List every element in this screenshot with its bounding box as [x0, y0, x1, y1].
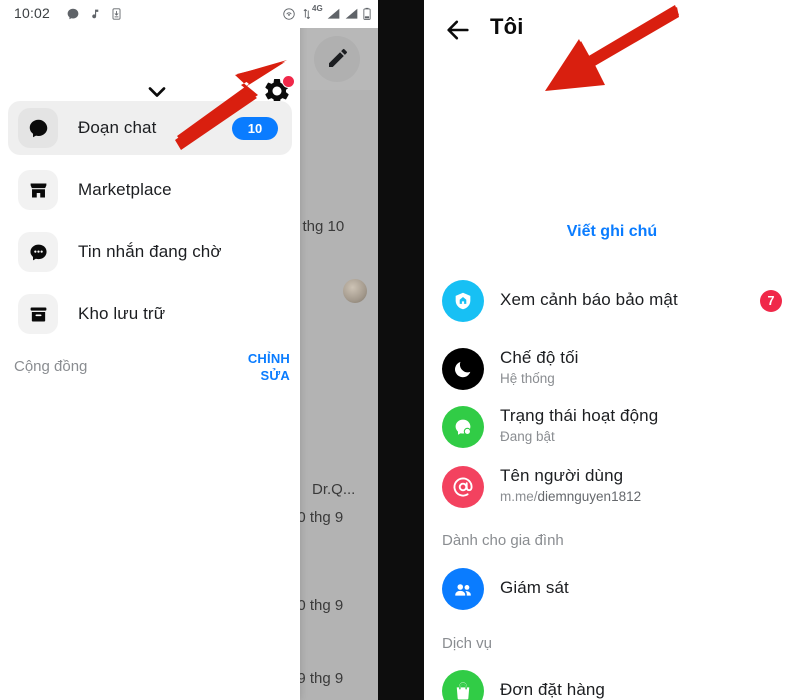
sidebar-item-marketplace-label: Marketplace: [78, 180, 172, 199]
status-bar-clock: 10:02: [14, 5, 51, 21]
settings-row-username[interactable]: Tên người dùng m.me/diemnguyen1812: [424, 460, 800, 516]
settings-row-dark-mode[interactable]: Chế độ tối Hệ thống: [424, 342, 800, 398]
section-header-services: Dịch vụ: [442, 635, 493, 652]
chat-bubble-glyph: [29, 119, 47, 137]
settings-row-active-status-subtitle: Đang bật: [500, 429, 555, 444]
back-arrow-icon[interactable]: [444, 16, 472, 44]
right-phone-screen: Tôi Viết ghi chú Xem cảnh báo bảo mật 7: [424, 0, 800, 700]
write-note-button[interactable]: Viết ghi chú: [424, 223, 800, 241]
sidebar-item-message-requests-label: Tin nhắn đang chờ: [78, 242, 222, 261]
sidebar-item-archive-label: Kho lưu trữ: [78, 304, 166, 323]
settings-row-security-alerts[interactable]: Xem cảnh báo bảo mật 7: [424, 274, 800, 330]
status-bar: 10:02 4G: [0, 0, 378, 28]
shopping-bag-icon: [442, 670, 484, 700]
moon-icon: [442, 348, 484, 390]
red-arrow-pointing-to-active-status: [545, 5, 679, 91]
storefront-icon: [18, 170, 58, 210]
cast-icon: [283, 8, 295, 20]
archive-box-glyph: [30, 307, 46, 321]
music-note-icon: [92, 9, 99, 19]
chat-list-entry-name: Dr.Q...: [312, 481, 356, 498]
chat-bubble-icon: [18, 108, 58, 148]
storefront-glyph: [30, 183, 46, 197]
download-icon: [112, 8, 121, 20]
people-glyph: [454, 583, 471, 596]
settings-row-username-subtitle: m.me/diemnguyen1812: [500, 489, 641, 504]
compose-button-preview[interactable]: [300, 28, 378, 90]
shield-home-glyph: [455, 292, 471, 310]
sidebar-item-archive[interactable]: Kho lưu trữ: [8, 287, 292, 341]
people-icon: [442, 568, 484, 610]
settings-row-active-status[interactable]: Trạng thái hoạt động Đang bật: [424, 400, 800, 456]
moon-glyph: [455, 361, 471, 378]
archive-box-icon: [18, 294, 58, 334]
active-status-glyph: [455, 419, 472, 436]
settings-row-security-alerts-badge: 7: [760, 290, 782, 312]
signal-bars-icon-2: [345, 8, 358, 19]
community-section: Cộng đồng CHỈNH SỬA: [0, 348, 300, 388]
settings-row-dark-mode-title: Chế độ tối: [500, 348, 579, 367]
network-4g-label: 4G: [312, 4, 323, 13]
message-dots-icon: [18, 232, 58, 272]
at-sign-icon: [442, 466, 484, 508]
panel-divider: [378, 0, 424, 700]
active-status-icon: [442, 406, 484, 448]
settings-row-supervision[interactable]: Giám sát: [424, 562, 800, 618]
battery-icon: [363, 7, 371, 20]
username-handle: diemnguyen1812: [537, 489, 642, 504]
settings-row-supervision-title: Giám sát: [500, 578, 569, 597]
settings-row-security-alerts-title: Xem cảnh báo bảo mật: [500, 290, 678, 309]
left-phone-screen: 9 thg 10 Dr.Q... 30 thg 9 30 thg 9 29 th…: [0, 0, 378, 700]
sidebar-item-message-requests[interactable]: Tin nhắn đang chờ: [8, 225, 292, 279]
red-arrow-pointing-to-settings: [175, 60, 287, 150]
community-section-label: Cộng đồng: [14, 358, 88, 375]
section-header-family: Dành cho gia đình: [442, 532, 564, 549]
settings-row-orders-title: Đơn đặt hàng: [500, 680, 605, 699]
community-edit-button[interactable]: CHỈNH SỬA: [230, 350, 290, 384]
pencil-compose-icon: [329, 48, 348, 67]
screenshot-root: 9 thg 10 Dr.Q... 30 thg 9 30 thg 9 29 th…: [0, 0, 800, 700]
chat-list-background-strip: 9 thg 10 Dr.Q... 30 thg 9 30 thg 9 29 th…: [289, 0, 378, 700]
signal-bars-icon-1: [327, 8, 340, 19]
settings-row-active-status-title: Trạng thái hoạt động: [500, 406, 659, 425]
shopping-bag-glyph: [456, 682, 470, 700]
sidebar-item-chats-label: Đoạn chat: [78, 118, 157, 137]
sidebar-item-marketplace[interactable]: Marketplace: [8, 163, 292, 217]
messenger-bubble-icon: [67, 8, 79, 20]
message-dots-glyph: [29, 244, 47, 260]
page-title: Tôi: [490, 14, 524, 39]
chat-list-avatar[interactable]: [343, 279, 367, 303]
username-host: m.me/: [500, 489, 538, 504]
shield-home-icon: [442, 280, 484, 322]
data-updown-icon: [303, 9, 310, 19]
settings-row-orders[interactable]: Đơn đặt hàng: [424, 664, 800, 700]
settings-row-username-title: Tên người dùng: [500, 466, 624, 485]
settings-row-dark-mode-subtitle: Hệ thống: [500, 371, 555, 386]
at-sign-glyph: [453, 477, 473, 497]
